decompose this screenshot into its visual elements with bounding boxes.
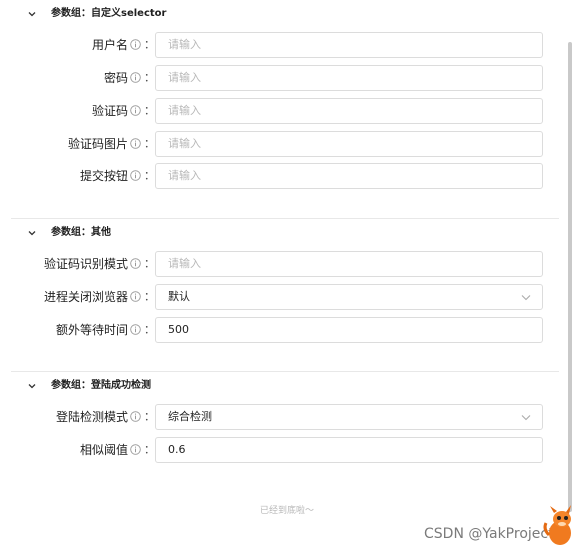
group-title: 参数组：自定义selector [51,8,167,19]
info-circle-icon[interactable] [130,258,141,269]
username-input[interactable]: 请输入 [155,32,543,58]
field-label: 验证码图片 [67,137,128,151]
form-row-captcha-image: 验证码图片 ： 请输入 [0,131,559,157]
info-circle-icon[interactable] [130,72,141,83]
info-circle-icon[interactable] [130,411,141,422]
group-divider [11,218,559,219]
form-row-close-browser: 进程关闭浏览器 ： 默认 [0,284,559,310]
colon: ： [144,104,155,117]
group-header-login-detect[interactable]: 参数组：登陆成功检测 [0,378,300,394]
group-title: 参数组：登陆成功检测 [51,380,151,391]
field-label: 进程关闭浏览器 [43,290,128,304]
close-browser-select[interactable]: 默认 [155,284,543,310]
info-circle-icon[interactable] [130,39,141,50]
group-divider [11,371,559,372]
form-row-password: 密码 ： 请输入 [0,65,559,91]
colon: ： [144,323,155,336]
colon: ： [144,257,155,270]
colon: ： [144,137,155,150]
field-label: 密码 [103,71,128,85]
mascot-icon [543,505,571,545]
form-row-captcha: 验证码 ： 请输入 [0,98,559,124]
chevron-down-icon [28,12,36,17]
scrollbar[interactable] [568,42,572,512]
chevron-down-icon [521,415,531,421]
colon: ： [144,443,155,456]
form-row-username: 用户名 ： 请输入 [0,32,559,58]
info-circle-icon[interactable] [130,105,141,116]
chevron-down-icon [28,384,36,389]
group-header-custom-selector[interactable]: 参数组：自定义selector [0,6,300,22]
password-input[interactable]: 请输入 [155,65,543,91]
info-circle-icon[interactable] [130,444,141,455]
captcha-mode-input[interactable]: 请输入 [155,251,543,277]
colon: ： [144,290,155,303]
field-label: 登陆检测模式 [55,410,128,424]
select-value: 默认 [168,290,190,303]
captcha-input[interactable]: 请输入 [155,98,543,124]
field-label: 相似阈值 [79,443,128,457]
form-row-captcha-mode: 验证码识别模式 ： 请输入 [0,251,559,277]
info-circle-icon[interactable] [130,138,141,149]
colon: ： [144,410,155,423]
captcha-image-input[interactable]: 请输入 [155,131,543,157]
login-detect-mode-select[interactable]: 综合检测 [155,404,543,430]
form-row-submit-button: 提交按钮 ： 请输入 [0,163,559,189]
field-label: 提交按钮 [79,169,128,183]
field-label: 验证码识别模式 [43,257,128,271]
similarity-threshold-input[interactable]: 0.6 [155,437,543,463]
field-label: 验证码 [91,104,128,118]
extra-wait-input[interactable]: 500 [155,317,543,343]
form-row-similarity-threshold: 相似阈值 ： 0.6 [0,437,559,463]
form-row-login-detect-mode: 登陆检测模式 ： 综合检测 [0,404,559,430]
info-circle-icon[interactable] [130,170,141,181]
end-of-list-text: 已经到底啦～ [259,506,314,516]
form-row-extra-wait: 额外等待时间 ： 500 [0,317,559,343]
submit-button-input[interactable]: 请输入 [155,163,543,189]
info-circle-icon[interactable] [130,291,141,302]
select-value: 综合检测 [168,410,212,423]
chevron-down-icon [28,231,36,236]
field-label: 额外等待时间 [55,323,128,337]
field-label: 用户名 [91,38,128,52]
colon: ： [144,71,155,84]
group-header-other[interactable]: 参数组：其他 [0,225,300,241]
watermark: CSDN @YakProject [424,526,554,542]
info-circle-icon[interactable] [130,324,141,335]
colon: ： [144,169,155,182]
chevron-down-icon [521,295,531,301]
colon: ： [144,38,155,51]
group-title: 参数组：其他 [51,227,111,238]
